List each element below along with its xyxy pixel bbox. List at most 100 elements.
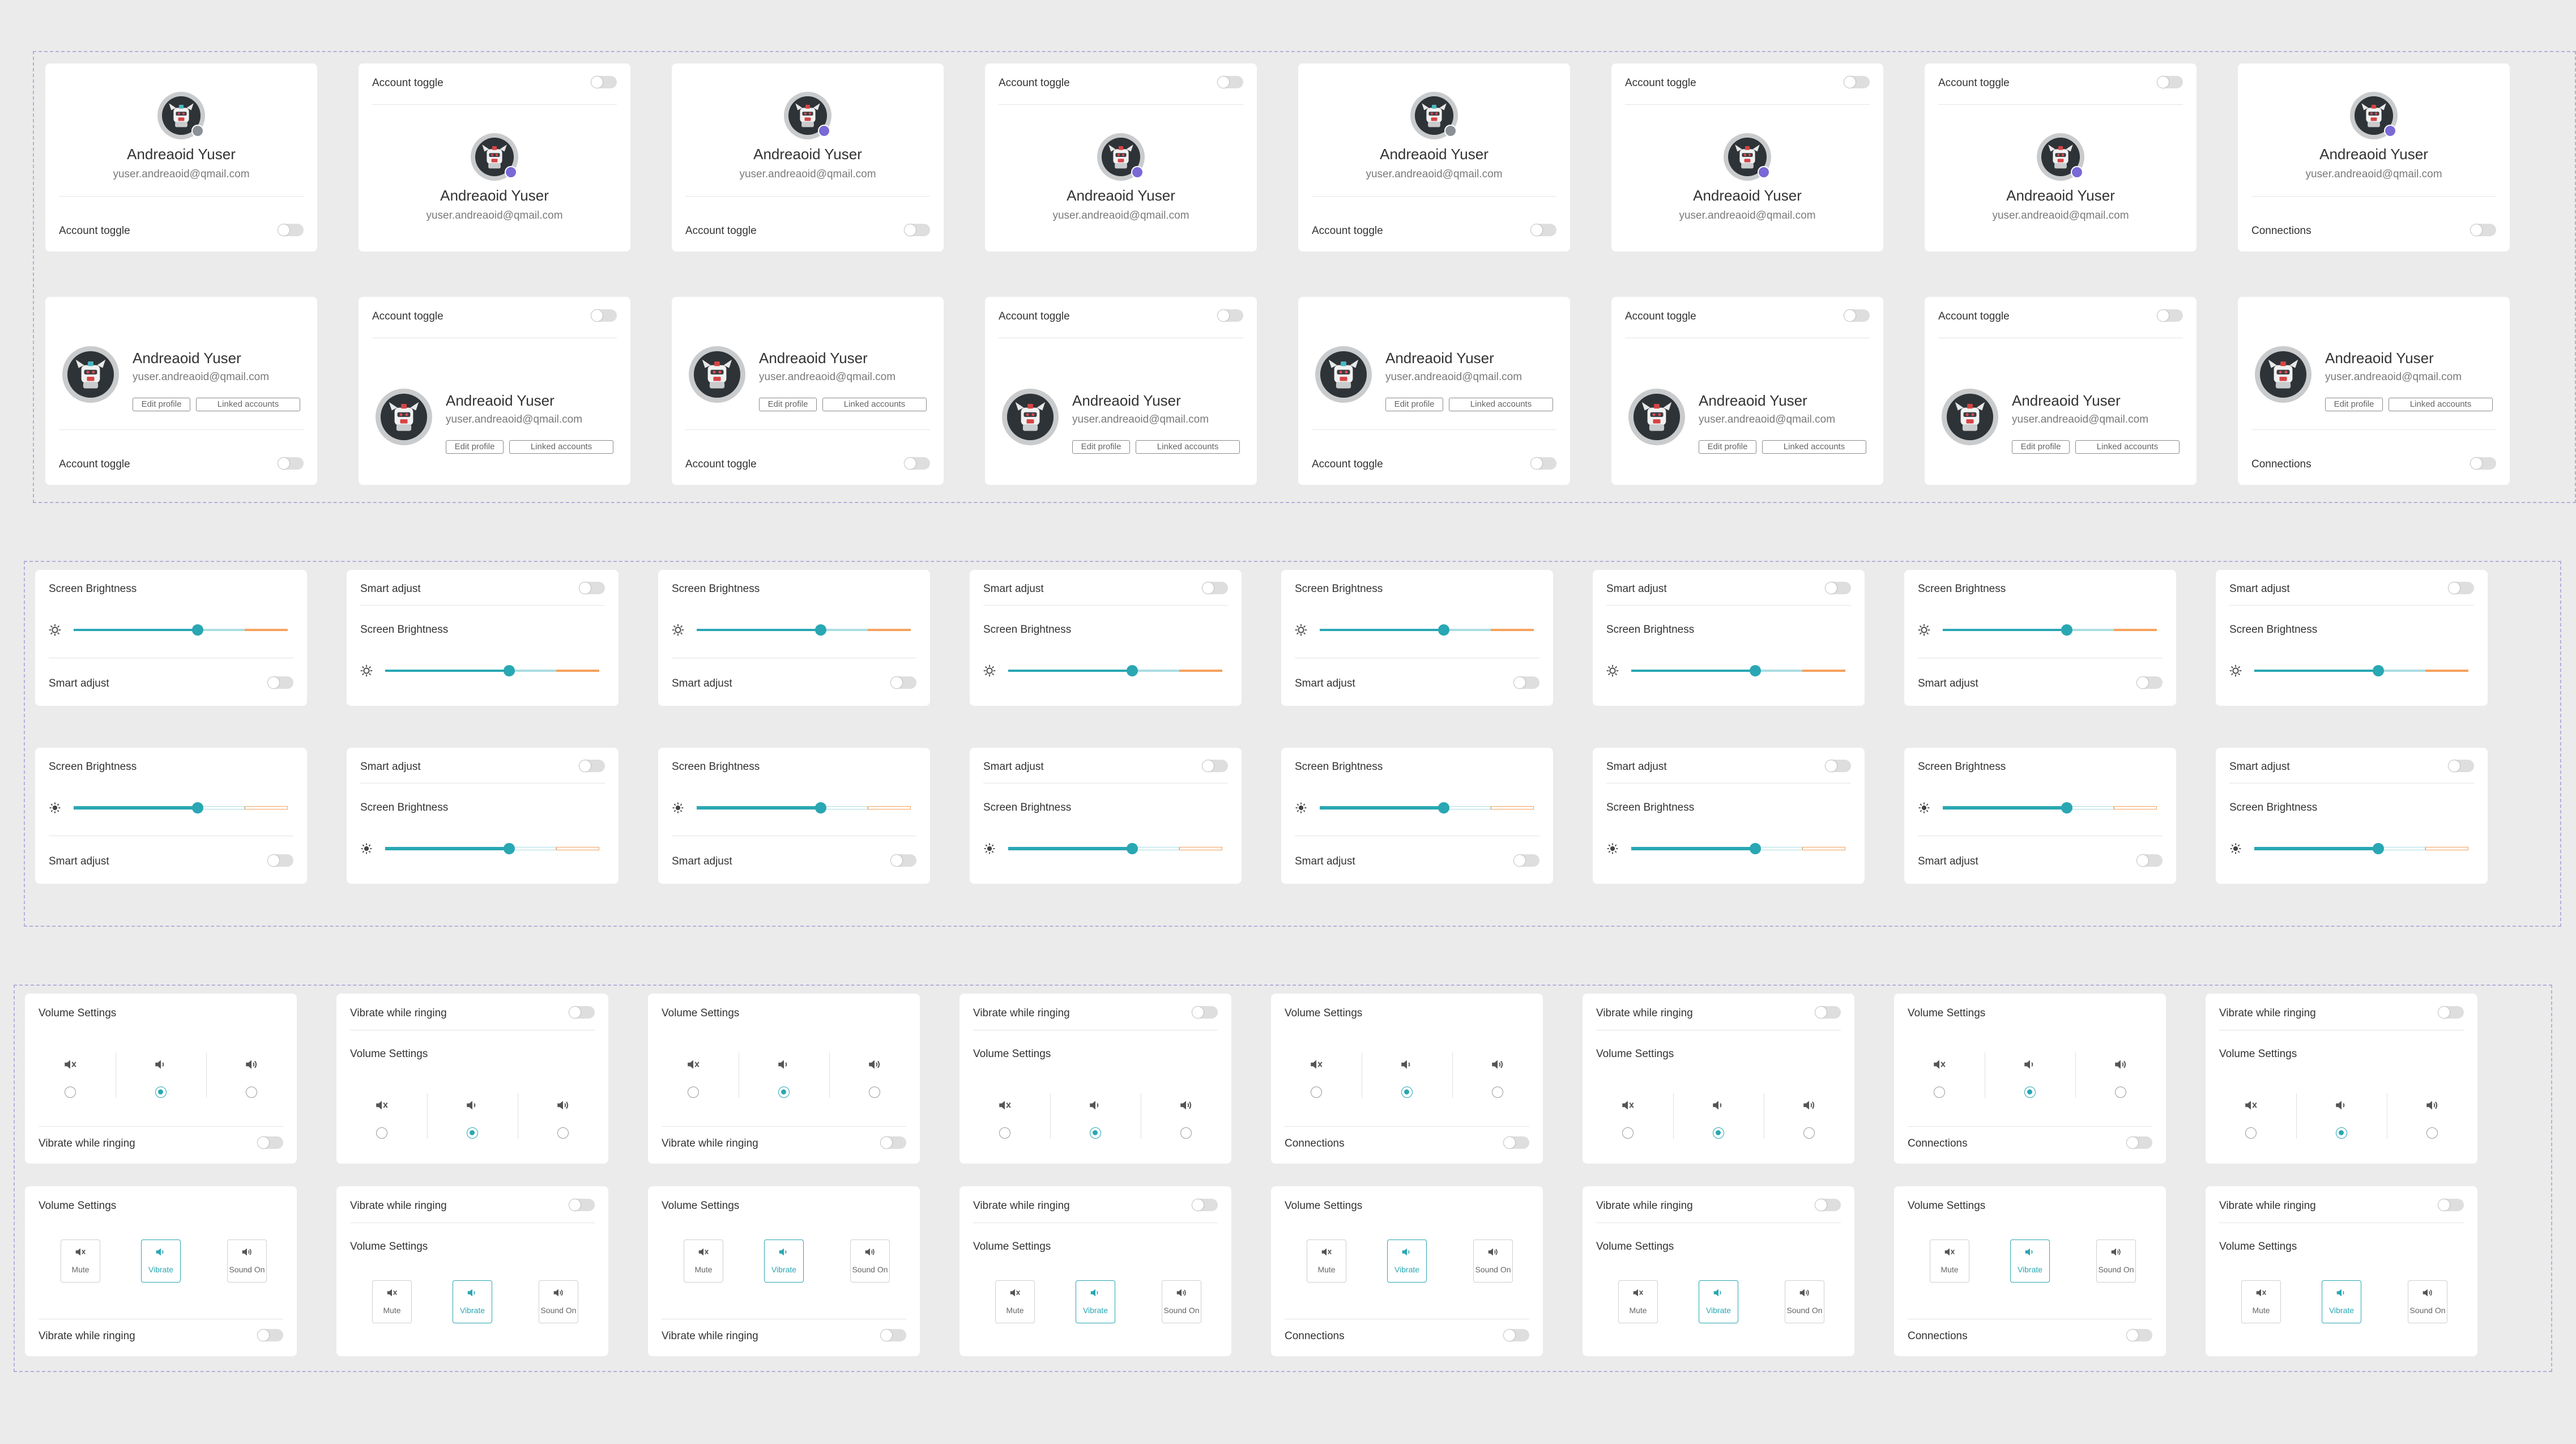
volume-option-sound-on[interactable]: Sound On	[2096, 1239, 2136, 1283]
toggle-switch[interactable]	[2438, 1006, 2464, 1019]
speaker-muted-icon[interactable]	[62, 1057, 78, 1072]
volume-option-mute[interactable]: Mute	[372, 1280, 412, 1323]
toggle-switch[interactable]	[880, 1329, 906, 1341]
linked-accounts-button[interactable]: Linked accounts	[1136, 440, 1240, 454]
volume-radio-vibrate[interactable]	[2336, 1127, 2347, 1139]
volume-option-mute[interactable]: Mute	[61, 1239, 100, 1283]
toggle-switch[interactable]	[890, 854, 916, 867]
toggle-switch[interactable]	[591, 309, 617, 322]
slider-thumb[interactable]	[2061, 802, 2073, 813]
volume-option-mute[interactable]: Mute	[1618, 1280, 1658, 1323]
speaker-muted-icon[interactable]	[1620, 1098, 1636, 1113]
toggle-switch[interactable]	[1513, 854, 1539, 867]
volume-radio-mute[interactable]	[376, 1127, 387, 1139]
toggle-switch[interactable]	[591, 76, 617, 88]
volume-radio-vibrate[interactable]	[2024, 1087, 2036, 1098]
volume-option-mute[interactable]: Mute	[684, 1239, 723, 1283]
linked-accounts-button[interactable]: Linked accounts	[2075, 440, 2180, 454]
slider-thumb[interactable]	[1438, 624, 1450, 636]
volume-radio-sound-on[interactable]	[869, 1087, 880, 1098]
toggle-switch[interactable]	[1844, 76, 1870, 88]
linked-accounts-button[interactable]: Linked accounts	[2389, 398, 2493, 411]
toggle-switch[interactable]	[1192, 1199, 1218, 1211]
toggle-switch[interactable]	[1217, 309, 1243, 322]
toggle-switch[interactable]	[1815, 1199, 1841, 1211]
toggle-switch[interactable]	[904, 224, 930, 236]
speaker-vibrate-icon[interactable]	[2334, 1098, 2349, 1113]
toggle-switch[interactable]	[267, 676, 293, 689]
toggle-switch[interactable]	[579, 582, 605, 594]
speaker-muted-icon[interactable]	[1308, 1057, 1324, 1072]
speaker-vibrate-icon[interactable]	[1399, 1057, 1415, 1072]
brightness-slider[interactable]	[385, 843, 599, 854]
toggle-switch[interactable]	[2470, 457, 2496, 470]
toggle-switch[interactable]	[1202, 760, 1228, 772]
speaker-muted-icon[interactable]	[1931, 1057, 1947, 1072]
toggle-switch[interactable]	[1825, 582, 1851, 594]
brightness-slider[interactable]	[1943, 624, 2157, 636]
speaker-muted-icon[interactable]	[374, 1098, 390, 1113]
volume-radio-vibrate[interactable]	[778, 1087, 790, 1098]
brightness-slider[interactable]	[697, 624, 911, 636]
brightness-slider[interactable]	[74, 802, 288, 813]
volume-radio-vibrate[interactable]	[467, 1127, 478, 1139]
brightness-slider[interactable]	[1631, 843, 1845, 854]
toggle-switch[interactable]	[579, 760, 605, 772]
slider-thumb[interactable]	[2373, 843, 2385, 854]
toggle-switch[interactable]	[257, 1329, 283, 1341]
slider-thumb[interactable]	[815, 624, 827, 636]
volume-option-mute[interactable]: Mute	[1930, 1239, 1969, 1283]
volume-option-sound-on[interactable]: Sound On	[850, 1239, 890, 1283]
speaker-sound-icon[interactable]	[867, 1057, 882, 1072]
volume-radio-sound-on[interactable]	[1492, 1087, 1503, 1098]
toggle-switch[interactable]	[2448, 582, 2474, 594]
speaker-sound-icon[interactable]	[2424, 1098, 2440, 1113]
speaker-sound-icon[interactable]	[244, 1057, 259, 1072]
toggle-switch[interactable]	[1844, 309, 1870, 322]
linked-accounts-button[interactable]: Linked accounts	[196, 398, 300, 411]
toggle-switch[interactable]	[569, 1006, 595, 1019]
edit-profile-button[interactable]: Edit profile	[1385, 398, 1443, 411]
volume-radio-sound-on[interactable]	[2426, 1127, 2438, 1139]
toggle-switch[interactable]	[1530, 457, 1556, 470]
volume-radio-vibrate[interactable]	[1090, 1127, 1101, 1139]
slider-thumb[interactable]	[1750, 843, 1762, 854]
toggle-switch[interactable]	[904, 457, 930, 470]
slider-thumb[interactable]	[815, 802, 827, 813]
toggle-switch[interactable]	[2136, 854, 2163, 867]
toggle-switch[interactable]	[2470, 224, 2496, 236]
linked-accounts-button[interactable]: Linked accounts	[509, 440, 613, 454]
edit-profile-button[interactable]: Edit profile	[2325, 398, 2383, 411]
volume-radio-sound-on[interactable]	[1803, 1127, 1815, 1139]
speaker-vibrate-icon[interactable]	[153, 1057, 169, 1072]
linked-accounts-button[interactable]: Linked accounts	[822, 398, 927, 411]
brightness-slider[interactable]	[74, 624, 288, 636]
toggle-switch[interactable]	[880, 1136, 906, 1149]
volume-radio-sound-on[interactable]	[1180, 1127, 1192, 1139]
toggle-switch[interactable]	[1503, 1136, 1529, 1149]
toggle-switch[interactable]	[1825, 760, 1851, 772]
volume-radio-sound-on[interactable]	[2115, 1087, 2126, 1098]
slider-thumb[interactable]	[1750, 665, 1762, 676]
volume-option-sound-on[interactable]: Sound On	[2408, 1280, 2447, 1323]
volume-option-vibrate[interactable]: Vibrate	[1387, 1239, 1427, 1283]
toggle-switch[interactable]	[257, 1136, 283, 1149]
volume-option-sound-on[interactable]: Sound On	[227, 1239, 267, 1283]
slider-thumb[interactable]	[504, 843, 515, 854]
volume-radio-mute[interactable]	[65, 1087, 76, 1098]
volume-option-vibrate[interactable]: Vibrate	[2322, 1280, 2361, 1323]
brightness-slider[interactable]	[1008, 665, 1222, 676]
slider-thumb[interactable]	[192, 802, 204, 813]
edit-profile-button[interactable]: Edit profile	[759, 398, 817, 411]
volume-radio-mute[interactable]	[1934, 1087, 1945, 1098]
volume-option-sound-on[interactable]: Sound On	[1473, 1239, 1513, 1283]
volume-option-vibrate[interactable]: Vibrate	[141, 1239, 181, 1283]
brightness-slider[interactable]	[2254, 843, 2468, 854]
slider-thumb[interactable]	[504, 665, 515, 676]
volume-option-sound-on[interactable]: Sound On	[1162, 1280, 1201, 1323]
volume-option-mute[interactable]: Mute	[1307, 1239, 1346, 1283]
volume-option-vibrate[interactable]: Vibrate	[1699, 1280, 1738, 1323]
toggle-switch[interactable]	[1217, 76, 1243, 88]
toggle-switch[interactable]	[1530, 224, 1556, 236]
edit-profile-button[interactable]: Edit profile	[1072, 440, 1130, 454]
